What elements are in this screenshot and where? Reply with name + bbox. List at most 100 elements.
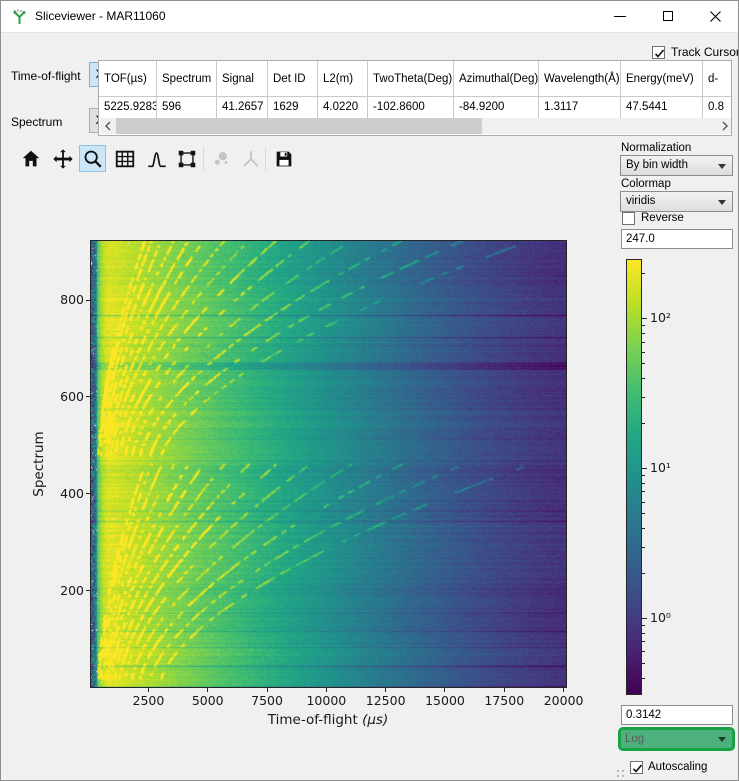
- tick-mark: [326, 688, 327, 692]
- axis-selector-label: Time-of-flight: [11, 69, 81, 83]
- colorbar-major-tick: [642, 618, 647, 619]
- size-grip-icon: [617, 775, 619, 777]
- colorbar-tick-label: 10¹: [650, 460, 671, 475]
- table-header-row: TOF(µs)SpectrumSignalDet IDL2(m)TwoTheta…: [99, 61, 732, 97]
- colormap-combobox[interactable]: viridis: [620, 191, 733, 212]
- tick-label: 2500: [118, 693, 178, 708]
- overlay-peaks-icon: [210, 148, 232, 170]
- scroll-right-arrow-icon[interactable]: [717, 118, 732, 134]
- colorbar-major-tick: [642, 318, 647, 319]
- autoscaling-checkbox[interactable]: [630, 761, 643, 774]
- colorbar-minor-tick: [642, 573, 645, 574]
- colorbar-minor-tick: [642, 423, 645, 424]
- scale-combobox[interactable]: Log: [618, 727, 735, 751]
- minimize-icon: [614, 16, 626, 17]
- table-header-cell: Wavelength(Å): [539, 61, 621, 97]
- checkmark-icon: [631, 762, 644, 775]
- tick-label: 800: [40, 292, 84, 307]
- normalization-value: By bin width: [626, 159, 688, 171]
- colorbar-minor-tick: [642, 641, 645, 642]
- plot-frame: [90, 240, 567, 688]
- table-header-cell: TwoTheta(Deg): [368, 61, 454, 97]
- region-of-interest-button[interactable]: [173, 145, 200, 172]
- colorbar-minor-tick: [642, 528, 645, 529]
- close-icon: [710, 11, 721, 22]
- zoom-button[interactable]: [79, 145, 106, 172]
- autoscaling-label: Autoscaling: [648, 761, 707, 773]
- tick-mark: [385, 688, 386, 692]
- home-button[interactable]: [17, 145, 44, 172]
- mantid-logo-icon: [11, 8, 28, 30]
- colorbar-minor-tick: [642, 491, 645, 492]
- colorbar-minor-tick: [642, 273, 645, 274]
- axis-selector-label: Spectrum: [11, 115, 62, 129]
- colorbar-major-tick: [642, 468, 647, 469]
- colorbar-minor-tick: [642, 513, 645, 514]
- colorbar-minor-tick: [642, 633, 645, 634]
- table-header-cell: Spectrum: [157, 61, 217, 97]
- tick-mark: [267, 688, 268, 692]
- grid-icon: [114, 148, 136, 170]
- tick-label: 20000: [534, 693, 594, 708]
- table-cell: 1629: [268, 97, 318, 118]
- tick-mark: [86, 396, 90, 397]
- title-bar[interactable]: Sliceviewer - MAR11060: [1, 1, 738, 33]
- colorbar-frame: [626, 259, 642, 695]
- tick-mark: [504, 688, 505, 692]
- y-axis-label: Spectrum: [31, 431, 47, 496]
- table-cell: 5225.9283: [99, 97, 157, 118]
- tick-label: 200: [40, 583, 84, 598]
- colorbar-min-input[interactable]: [621, 705, 733, 725]
- checkmark-icon: [653, 47, 666, 60]
- close-button[interactable]: [699, 1, 733, 32]
- track-cursor-checkbox[interactable]: [652, 46, 665, 59]
- tick-label: 5000: [178, 693, 238, 708]
- table-header-cell: TOF(µs): [99, 61, 157, 97]
- save-button[interactable]: [270, 145, 297, 172]
- minimize-button[interactable]: [603, 1, 637, 32]
- size-grip-icon: [617, 770, 619, 772]
- tick-label: 600: [40, 389, 84, 404]
- colormap-value: viridis: [626, 195, 655, 207]
- normalization-combobox[interactable]: By bin width: [620, 155, 733, 176]
- grid-button[interactable]: [111, 145, 138, 172]
- table-header-cell: Azimuthal(Deg): [454, 61, 539, 97]
- colorbar-tick-label: 10⁰: [650, 610, 671, 625]
- chevron-down-icon: [718, 737, 726, 742]
- maximize-icon: [663, 11, 673, 21]
- colorbar-max-input[interactable]: [621, 229, 733, 249]
- table-header-cell: L2(m): [318, 61, 368, 97]
- colorbar-minor-tick: [642, 363, 645, 364]
- nonorthogonal-view-button: [237, 145, 264, 172]
- table-header-cell: d-: [703, 61, 732, 97]
- colorbar-minor-tick: [642, 547, 645, 548]
- cursor-info-table: TOF(µs)SpectrumSignalDet IDL2(m)TwoTheta…: [98, 60, 732, 136]
- table-cell: 1.3117: [539, 97, 621, 118]
- maximize-button[interactable]: [652, 1, 686, 32]
- tick-mark: [86, 300, 90, 301]
- reverse-checkbox[interactable]: [622, 212, 635, 225]
- table-cell: 41.2657: [217, 97, 268, 118]
- table-cell: 47.5441: [621, 97, 703, 118]
- pan-icon: [52, 148, 74, 170]
- reverse-label: Reverse: [641, 212, 684, 224]
- scrollbar-thumb[interactable]: [116, 118, 482, 134]
- size-grip-icon: [622, 770, 624, 772]
- colormap-label: Colormap: [621, 178, 671, 190]
- colorbar-minor-tick: [642, 352, 645, 353]
- tick-mark: [563, 688, 564, 692]
- colorbar-minor-tick: [642, 342, 645, 343]
- pan-button[interactable]: [49, 145, 76, 172]
- table-header-cell: Signal: [217, 61, 268, 97]
- line-profiles-icon: [146, 148, 168, 170]
- sliceviewer-window: Sliceviewer - MAR11060 Track Cursor Time…: [0, 0, 739, 781]
- tick-mark: [86, 493, 90, 494]
- toolbar-separator: [203, 147, 204, 171]
- chevron-down-icon: [718, 164, 726, 169]
- table-data-row: 5225.928359641.265716294.0220-102.8600-8…: [99, 97, 732, 118]
- table-cell: 4.0220: [318, 97, 368, 118]
- table-horizontal-scrollbar[interactable]: [100, 118, 732, 134]
- scroll-left-arrow-icon[interactable]: [100, 118, 115, 134]
- line-profiles-button[interactable]: [143, 145, 170, 172]
- tick-label: 15000: [415, 693, 475, 708]
